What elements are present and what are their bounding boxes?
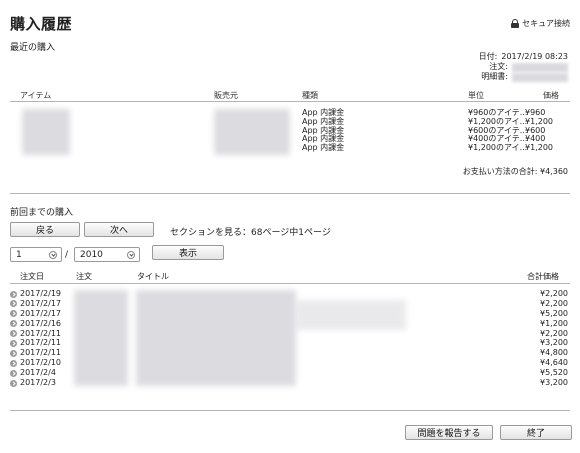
expand-arrow-icon[interactable] — [10, 379, 17, 387]
col-seller: 販売元 — [214, 91, 238, 100]
table-row[interactable]: 2017/2/10 ¥4,640 — [10, 358, 570, 368]
order-total: ¥2,200 — [540, 328, 568, 338]
show-button[interactable]: 表示 — [152, 245, 224, 260]
expand-arrow-icon[interactable] — [10, 359, 17, 367]
order-label: 注文: — [489, 62, 508, 71]
order-total: ¥3,200 — [540, 378, 568, 388]
date-value: 2017/2/19 08:23 — [501, 52, 568, 61]
order-total: ¥2,200 — [540, 298, 568, 308]
order-total: ¥4,800 — [540, 348, 568, 358]
invoice-value-redacted — [512, 72, 568, 82]
date-separator: / — [65, 250, 69, 260]
report-problem-button[interactable]: 問題を報告する — [405, 425, 493, 440]
year-value: 2010 — [80, 249, 103, 260]
kind-column: App 内課金 App 内課金 App 内課金 App 内課金 App 内課金 — [302, 108, 345, 153]
purchase-meta: 日付: 2017/2/19 08:23 注文: 明細書: — [479, 52, 568, 82]
footer-divider — [10, 410, 570, 411]
page-title: 購入履歴 — [10, 15, 73, 33]
expand-arrow-icon[interactable] — [10, 320, 17, 328]
table-row[interactable]: 2017/2/17 ¥2,200 — [10, 299, 570, 309]
expand-arrow-icon[interactable] — [10, 369, 17, 377]
seller-names-redacted — [214, 109, 290, 155]
table-row[interactable]: 2017/2/11 ¥3,200 — [10, 338, 570, 348]
col-title: タイトル — [137, 272, 169, 281]
year-select[interactable]: 2010 — [74, 247, 140, 262]
payment-total: お支払い方法の合計: ¥4,360 — [462, 167, 568, 176]
orders-header-divider — [10, 283, 570, 284]
page-info: セクションを見る：68ページ中1ページ — [170, 228, 331, 238]
order-total: ¥5,200 — [540, 308, 568, 318]
order-date: 2017/2/4 — [20, 368, 56, 378]
item-names-redacted — [22, 109, 70, 155]
expand-arrow-icon[interactable] — [10, 330, 17, 338]
col-item: アイテム — [20, 91, 52, 100]
invoice-label: 明細書: — [481, 72, 508, 81]
col-total: 合計価格 — [527, 272, 559, 281]
expand-arrow-icon[interactable] — [10, 339, 17, 347]
table-row[interactable]: 2017/2/3 ¥3,200 — [10, 378, 570, 388]
lock-icon — [511, 19, 520, 28]
expand-arrow-icon[interactable] — [10, 300, 17, 308]
back-button[interactable]: 戻る — [10, 222, 80, 237]
date-label: 日付: — [478, 52, 498, 61]
unit-cell: ¥1,200のアイ... — [468, 143, 528, 153]
section-divider — [10, 193, 570, 194]
table-row[interactable]: 2017/2/11 ¥2,200 — [10, 329, 570, 339]
recent-purchases-heading: 最近の購入 — [10, 43, 56, 53]
order-total: ¥3,200 — [540, 338, 568, 348]
table-row[interactable]: 2017/2/4 ¥5,520 — [10, 368, 570, 378]
table-row[interactable]: 2017/2/11 ¥4,800 — [10, 348, 570, 358]
order-date: 2017/2/11 — [20, 338, 62, 348]
table-row[interactable]: 2017/2/17 ¥5,200 — [10, 309, 570, 319]
order-date: 2017/2/11 — [20, 328, 62, 338]
expand-arrow-icon[interactable] — [10, 310, 17, 318]
month-value: 1 — [16, 249, 22, 260]
previous-purchases-heading: 前回までの購入 — [10, 208, 74, 218]
col-price: 価格 — [543, 91, 559, 100]
price-column: ¥960 ¥1,200 ¥600 ¥400 ¥1,200 — [525, 108, 553, 153]
next-button[interactable]: 次へ — [84, 222, 154, 237]
order-date: 2017/2/11 — [20, 348, 62, 358]
order-date: 2017/2/3 — [20, 378, 56, 388]
order-date: 2017/2/16 — [20, 318, 62, 328]
month-select[interactable]: 1 — [10, 247, 62, 262]
col-order-date: 注文日 — [20, 272, 44, 281]
table-row[interactable]: 2017/2/16 ¥1,200 — [10, 319, 570, 329]
order-total: ¥2,200 — [540, 289, 568, 298]
order-date: 2017/2/17 — [20, 298, 62, 308]
order-total: ¥5,520 — [540, 368, 568, 378]
col-unit: 単位 — [468, 91, 484, 100]
order-date: 2017/2/10 — [20, 358, 62, 368]
col-kind: 種類 — [302, 91, 318, 100]
order-total: ¥1,200 — [540, 318, 568, 328]
end-button[interactable]: 終了 — [500, 425, 572, 440]
order-value-redacted — [512, 62, 568, 72]
table-row[interactable]: 2017/2/19 ¥2,200 — [10, 289, 570, 299]
order-total: ¥4,640 — [540, 358, 568, 368]
order-date: 2017/2/17 — [20, 308, 62, 318]
header-divider — [10, 101, 570, 102]
secure-label: セキュア接続 — [522, 19, 570, 28]
secure-connection: セキュア接続 — [511, 18, 570, 29]
expand-arrow-icon[interactable] — [10, 349, 17, 357]
order-date: 2017/2/19 — [20, 289, 62, 298]
kind-cell: App 内課金 — [302, 143, 345, 153]
unit-column: ¥960のアイテ... ¥1,200のアイ... ¥600のアイテ... ¥40… — [468, 108, 528, 153]
chevron-down-icon — [49, 251, 57, 259]
orders-list: 2017/2/19 ¥2,200 2017/2/17 ¥2,200 2017/2/1… — [10, 289, 570, 388]
chevron-down-icon — [127, 251, 135, 259]
col-order: 注文 — [76, 272, 92, 281]
expand-arrow-icon[interactable] — [10, 290, 17, 298]
price-cell: ¥1,200 — [525, 143, 553, 153]
